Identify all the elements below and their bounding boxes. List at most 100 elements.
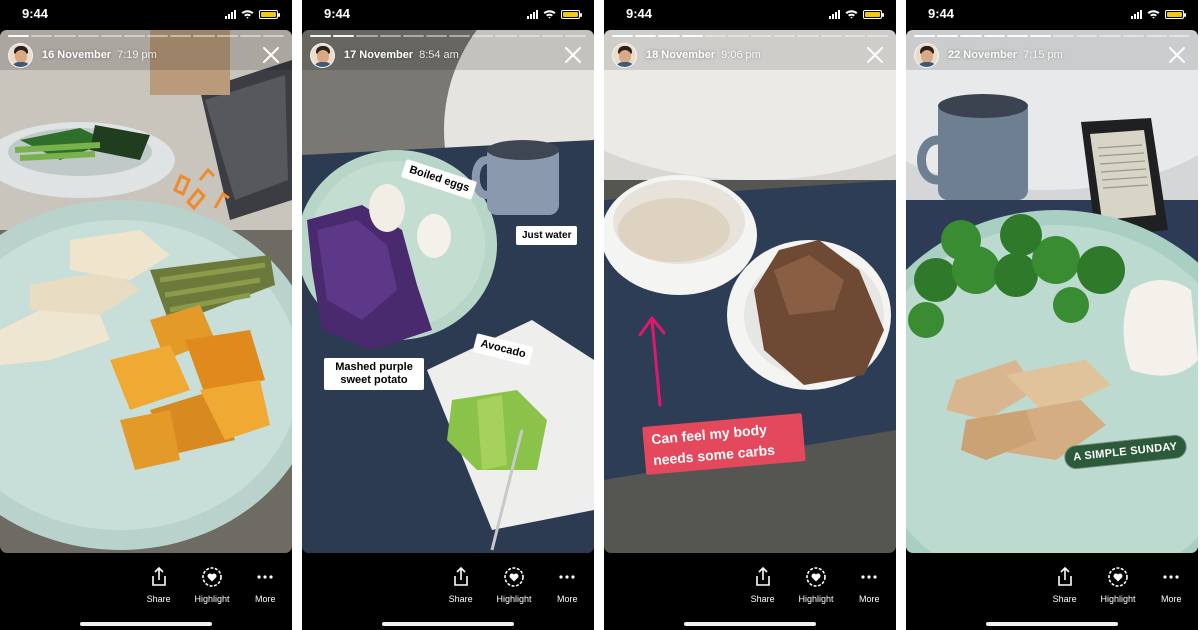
share-button[interactable]: Share [435, 566, 487, 604]
story-time: 8:54 am [419, 49, 459, 61]
battery-icon [259, 9, 280, 19]
share-icon [453, 566, 468, 586]
highlight-button[interactable]: Highlight [488, 566, 540, 604]
story-actions: Share Highlight More [1038, 566, 1198, 604]
more-label: More [859, 594, 880, 604]
highlight-button[interactable]: Highlight [1092, 566, 1144, 604]
status-bar: 9:44 [0, 0, 292, 30]
story-header: 17 November 8:54 am [310, 43, 586, 69]
story-screen-1: 9:44 16 November 7:19 pm Share Highlight… [0, 0, 292, 630]
heart-circle-icon [504, 567, 524, 587]
more-button[interactable]: More [239, 566, 291, 604]
wifi-icon [845, 10, 858, 19]
more-button[interactable]: More [1145, 566, 1197, 604]
story-time: 9:06 pm [721, 49, 761, 61]
share-label: Share [1052, 594, 1077, 604]
story-screen-3: 9:44 18 November 9:06 pm Can feel my bod… [604, 0, 896, 630]
share-label: Share [750, 594, 775, 604]
story-header: 18 November 9:06 pm [612, 43, 888, 69]
share-icon [1057, 566, 1072, 586]
status-bar: 9:44 [604, 0, 896, 30]
story-date: 22 November 7:15 pm [948, 49, 1063, 61]
status-icons [829, 9, 884, 19]
story-time: 7:19 pm [117, 49, 157, 61]
sticker-mashed-purple-sweet-potato[interactable]: Mashed purple sweet potato [324, 358, 424, 390]
story-progress-bar [914, 35, 1191, 37]
home-indicator[interactable] [684, 622, 816, 626]
signal-icon [1131, 9, 1142, 19]
home-indicator[interactable] [382, 622, 514, 626]
story-progress-bar [612, 35, 889, 37]
share-button[interactable]: Share [133, 566, 185, 604]
share-button[interactable]: Share [1039, 566, 1091, 604]
heart-circle-icon [1108, 567, 1128, 587]
story-photo-broccoli-chicken [906, 30, 1198, 553]
highlight-label: Highlight [496, 594, 532, 604]
close-icon[interactable] [563, 45, 583, 65]
sticker-just-water[interactable]: Just water [516, 226, 578, 245]
status-bar: 9:44 [906, 0, 1198, 30]
more-label: More [255, 594, 276, 604]
story-progress-bar [310, 35, 587, 37]
wifi-icon [241, 10, 254, 19]
status-time: 9:44 [324, 6, 351, 21]
share-button[interactable]: Share [737, 566, 789, 604]
battery-icon [561, 9, 582, 19]
close-icon[interactable] [1167, 45, 1187, 65]
signal-icon [225, 9, 236, 19]
home-indicator[interactable] [80, 622, 212, 626]
status-time: 9:44 [928, 6, 955, 21]
story-card[interactable]: 18 November 9:06 pm Can feel my body need… [604, 30, 896, 553]
heart-circle-icon [202, 567, 222, 587]
status-time: 9:44 [626, 6, 653, 21]
story-card[interactable]: 17 November 8:54 am Boiled eggs Just wate… [302, 30, 594, 553]
heart-circle-icon [806, 567, 826, 587]
close-icon[interactable] [261, 45, 281, 65]
story-header: 16 November 7:19 pm [8, 43, 284, 69]
avatar[interactable] [914, 43, 939, 68]
avatar[interactable] [612, 43, 637, 68]
story-card[interactable]: 16 November 7:19 pm [0, 30, 292, 553]
wifi-icon [543, 10, 556, 19]
story-time: 7:15 pm [1023, 49, 1063, 61]
signal-icon [829, 9, 840, 19]
story-actions: Share Highlight More [736, 566, 896, 604]
share-label: Share [146, 594, 171, 604]
more-dots-icon [1163, 575, 1179, 579]
more-button[interactable]: More [843, 566, 895, 604]
share-icon [151, 566, 166, 586]
avatar[interactable] [8, 43, 33, 68]
status-icons [527, 9, 582, 19]
status-bar: 9:44 [302, 0, 594, 30]
home-indicator[interactable] [986, 622, 1118, 626]
highlight-button[interactable]: Highlight [790, 566, 842, 604]
story-date: 17 November 8:54 am [344, 49, 459, 61]
story-screen-4: 9:44 22 November 7:15 pm A SIMPLE SUNDAY… [906, 0, 1198, 630]
status-icons [225, 9, 280, 19]
highlight-label: Highlight [194, 594, 230, 604]
more-dots-icon [559, 575, 575, 579]
status-icons [1131, 9, 1186, 19]
more-dots-icon [257, 575, 273, 579]
more-dots-icon [861, 575, 877, 579]
story-screen-2: 9:44 17 November 8:54 am Boiled eggs Jus… [302, 0, 594, 630]
highlight-button[interactable]: Highlight [186, 566, 238, 604]
battery-icon [1165, 9, 1186, 19]
story-actions: Share Highlight More [132, 566, 292, 604]
wifi-icon [1147, 10, 1160, 19]
battery-icon [863, 9, 884, 19]
highlight-label: Highlight [798, 594, 834, 604]
close-icon[interactable] [865, 45, 885, 65]
story-photo-chicken-sweet-potato [0, 30, 292, 553]
highlight-label: Highlight [1100, 594, 1136, 604]
status-time: 9:44 [22, 6, 49, 21]
story-progress-bar [8, 35, 285, 37]
avatar[interactable] [310, 43, 335, 68]
more-label: More [1161, 594, 1182, 604]
more-button[interactable]: More [541, 566, 593, 604]
story-date: 16 November 7:19 pm [42, 49, 157, 61]
story-date: 18 November 9:06 pm [646, 49, 761, 61]
story-card[interactable]: 22 November 7:15 pm A SIMPLE SUNDAY [906, 30, 1198, 553]
story-photo-eggs-sweet-potato-avocado [302, 30, 594, 553]
story-actions: Share Highlight More [434, 566, 594, 604]
